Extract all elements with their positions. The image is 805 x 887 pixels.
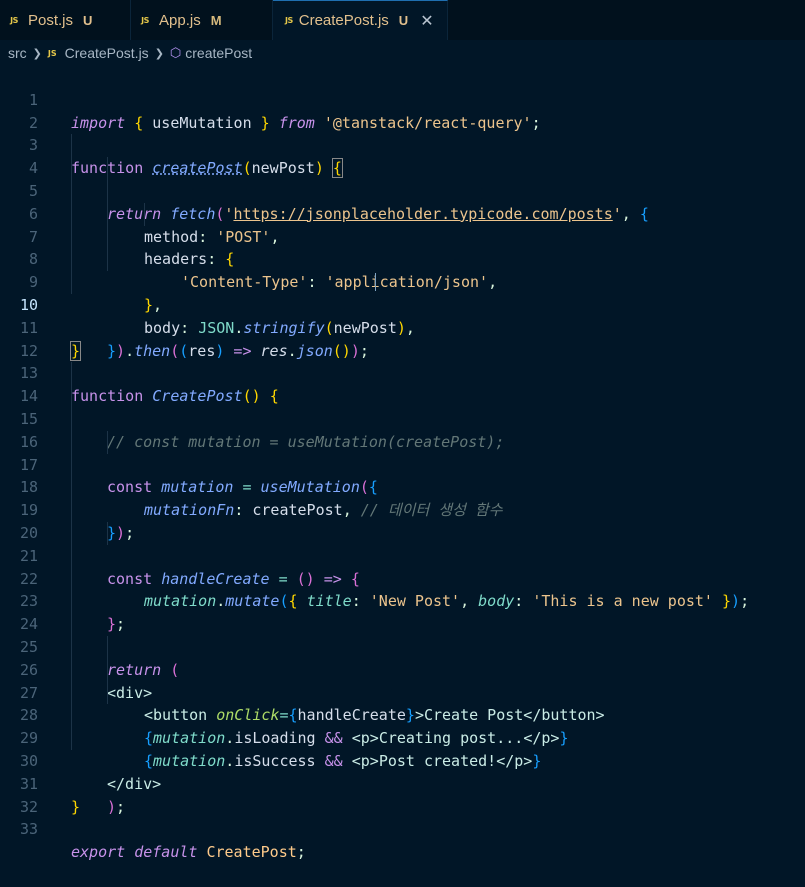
code-line: 7 'Content-Type': 'application/json', bbox=[0, 202, 805, 291]
code-line: 17 mutationFn: createPost, // 데이터 생성 함수 bbox=[0, 430, 805, 519]
js-file-icon: JS bbox=[10, 15, 18, 25]
breadcrumb: src ❯ JS CreatePost.js ❯ ⬡ createPost bbox=[0, 40, 805, 66]
code-line: 31 } bbox=[0, 750, 805, 816]
code-line: 26 <button onClick={handleCreate}>Create… bbox=[0, 635, 805, 724]
code-line: 18 }); bbox=[0, 453, 805, 542]
code-line: 1 import { useMutation } from '@tanstack… bbox=[0, 66, 805, 132]
line-number: 33 bbox=[19, 820, 38, 839]
tab-app-js[interactable]: JS App.js M bbox=[131, 0, 273, 40]
code-line: 19 bbox=[0, 476, 805, 519]
git-status-badge: U bbox=[398, 13, 409, 28]
code-editor[interactable]: 1 import { useMutation } from '@tanstack… bbox=[0, 66, 805, 861]
code-line: 14 // const mutation = useMutation(creat… bbox=[0, 362, 805, 451]
code-line-current: 10 }).then((res) => res.json()); bbox=[0, 271, 805, 360]
js-file-icon: JS bbox=[285, 16, 293, 25]
code-line: 16 const mutation = useMutation({ bbox=[0, 407, 805, 496]
code-line: 4 return fetch('https://jsonplaceholder.… bbox=[0, 134, 805, 223]
editor-tab-bar: JS Post.js U JS App.js M JS CreatePost.j… bbox=[0, 0, 805, 40]
tab-createpost-js[interactable]: JS CreatePost.js U ✕ bbox=[273, 0, 448, 40]
code-line: 29 </div> bbox=[0, 704, 805, 793]
js-file-icon: JS bbox=[47, 48, 57, 58]
code-text: export default CreatePost; bbox=[71, 843, 306, 862]
code-line: 23 bbox=[0, 567, 805, 610]
code-line: 12 bbox=[0, 317, 805, 360]
code-line: 5 method: 'POST', bbox=[0, 157, 805, 246]
code-line: 22 }; bbox=[0, 544, 805, 633]
symbol-method-icon: ⬡ bbox=[169, 45, 182, 61]
code-line: 2 bbox=[0, 89, 805, 132]
js-file-icon: JS bbox=[141, 15, 149, 25]
tab-label: CreatePost.js bbox=[298, 12, 389, 29]
tab-post-js[interactable]: JS Post.js U bbox=[0, 0, 131, 40]
breadcrumb-file[interactable]: CreatePost.js bbox=[65, 45, 149, 61]
code-line: 25 <div> bbox=[0, 613, 805, 702]
code-line: 20 const handleCreate = () => { bbox=[0, 499, 805, 588]
git-status-badge: U bbox=[83, 12, 93, 28]
code-line: 30 ); bbox=[0, 727, 805, 816]
code-line: 13 function CreatePost() { bbox=[0, 340, 805, 405]
text-cursor bbox=[375, 273, 376, 292]
chevron-right-icon: ❯ bbox=[154, 46, 164, 60]
code-line: 21 mutation.mutate({ title: 'New Post', … bbox=[0, 521, 805, 610]
code-line: 32 bbox=[0, 773, 805, 816]
tab-label: App.js bbox=[159, 11, 201, 29]
code-line: 33 export default CreatePost; bbox=[0, 796, 805, 861]
tab-label: Post.js bbox=[28, 11, 74, 29]
code-line: 6 headers: { bbox=[0, 179, 805, 268]
code-line: 11 } bbox=[0, 294, 805, 361]
breadcrumb-symbol[interactable]: createPost bbox=[185, 45, 252, 61]
code-line: 28 {mutation.isSuccess && <p>Post create… bbox=[0, 681, 805, 770]
code-line: 15 bbox=[0, 385, 805, 428]
git-status-badge: M bbox=[210, 12, 222, 28]
code-line: 9 body: JSON.stringify(newPost), bbox=[0, 248, 805, 337]
chevron-right-icon: ❯ bbox=[32, 46, 42, 60]
close-icon[interactable]: ✕ bbox=[420, 11, 433, 30]
breadcrumb-folder[interactable]: src bbox=[8, 45, 27, 61]
code-line: 27 {mutation.isLoading && <p>Creating po… bbox=[0, 658, 805, 747]
code-line: 3 function createPost(newPost) { bbox=[0, 112, 805, 179]
code-line: 8 }, bbox=[0, 225, 805, 314]
code-line: 24 return ( bbox=[0, 590, 805, 679]
